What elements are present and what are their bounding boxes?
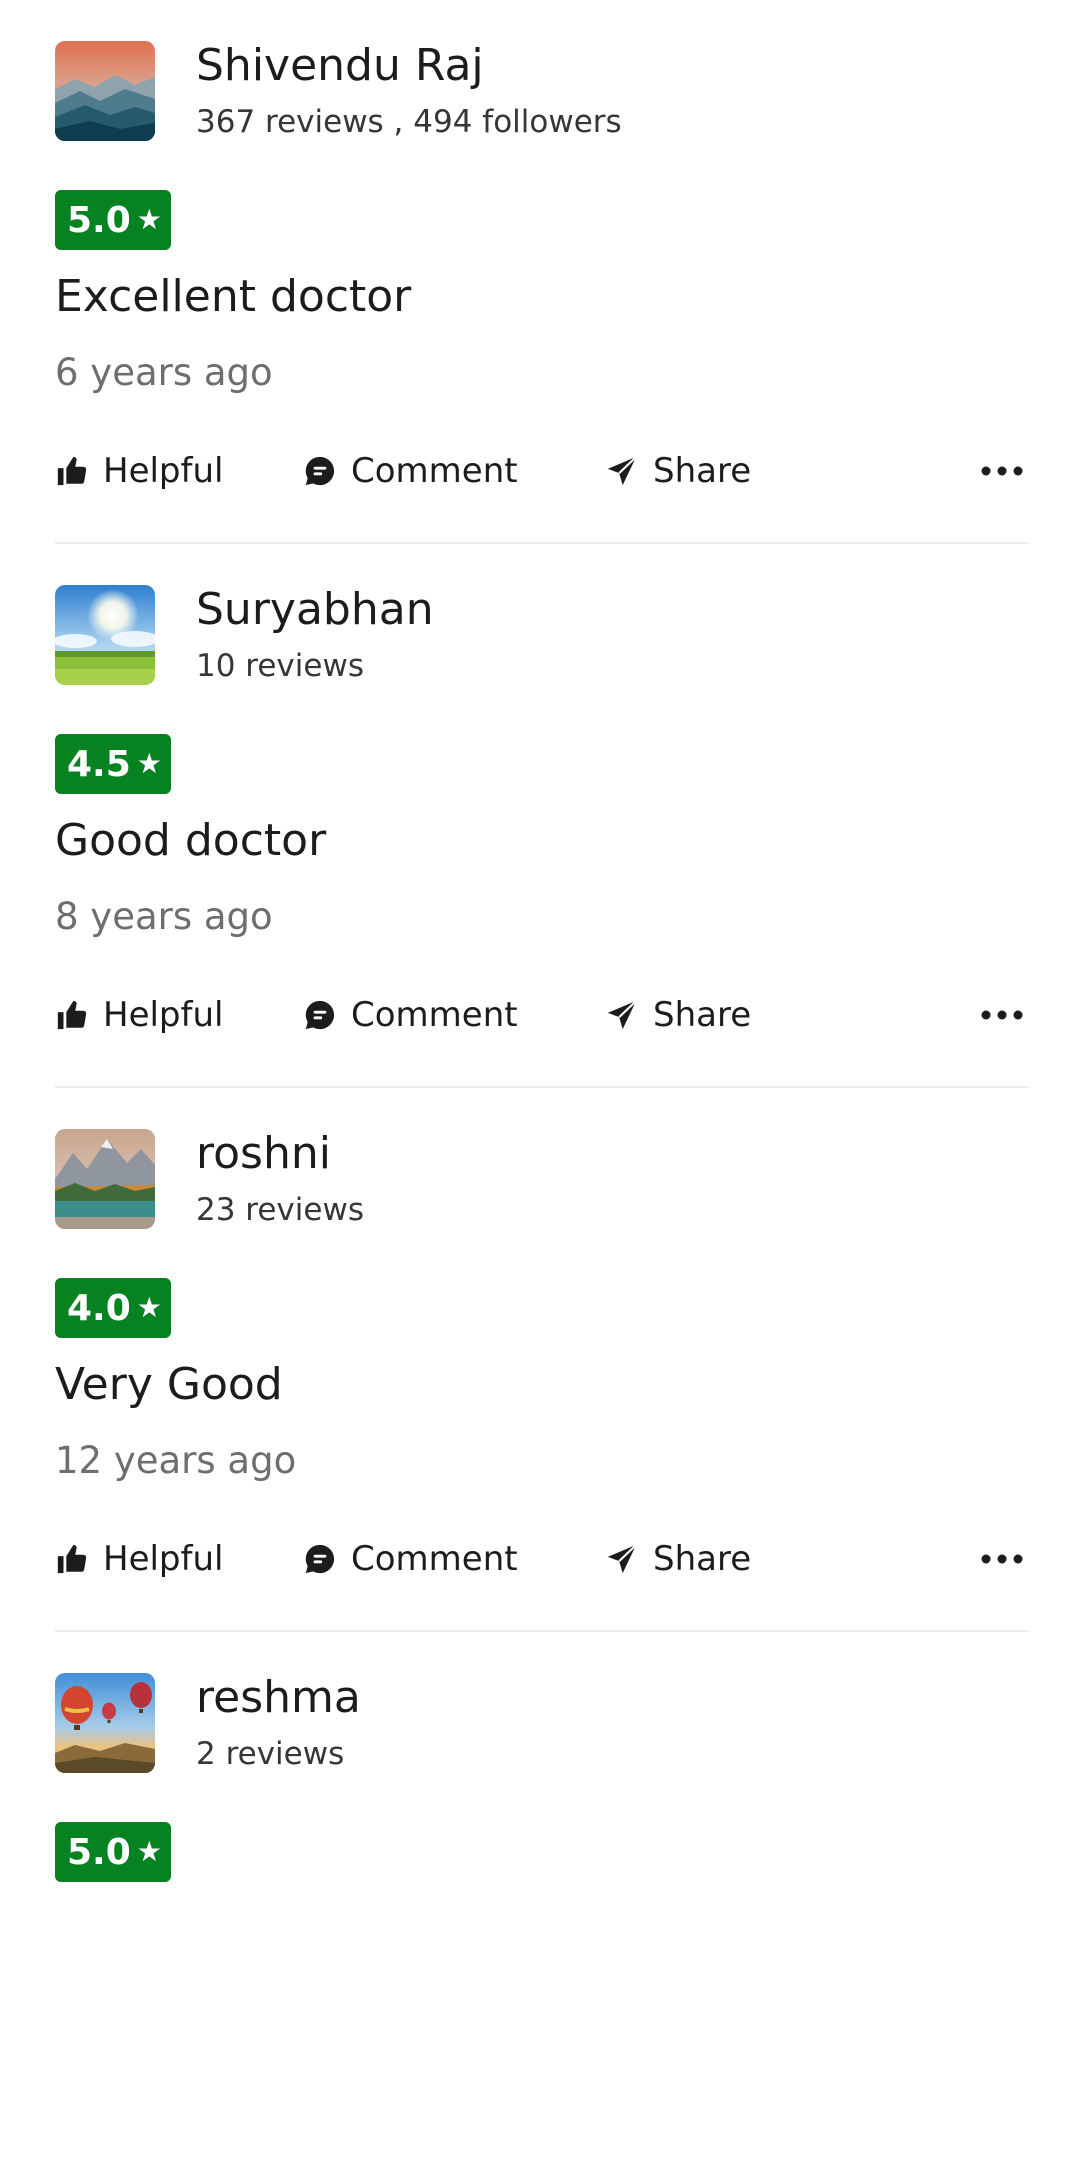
review-header: Shivendu Raj 367 reviews , 494 followers [55, 39, 1029, 141]
user-avatar[interactable] [55, 1673, 155, 1773]
star-icon: ★ [136, 1835, 162, 1868]
user-name[interactable]: roshni [196, 1127, 331, 1181]
share-button[interactable]: Share [605, 446, 751, 496]
more-options-button[interactable] [979, 1534, 1025, 1584]
rating-badge: 4.5 ★ [55, 734, 171, 794]
review-card: Shivendu Raj 367 reviews , 494 followers… [0, 0, 1080, 544]
user-name[interactable]: reshma [196, 1671, 361, 1725]
mountain-sunset-avatar-icon [55, 41, 155, 141]
star-icon: ★ [136, 747, 162, 780]
rating-badge: 4.0 ★ [55, 1278, 171, 1338]
comment-label: Comment [351, 451, 518, 491]
comment-bubble-icon [303, 454, 337, 488]
review-actions: Helpful Comment Share [55, 990, 1029, 1040]
rating-value: 4.0 [67, 1287, 131, 1329]
user-name[interactable]: Shivendu Raj [196, 39, 484, 93]
share-button[interactable]: Share [605, 990, 751, 1040]
rating-value: 5.0 [67, 1831, 131, 1873]
comment-button[interactable]: Comment [303, 446, 518, 496]
review-actions: Helpful Comment Share [55, 446, 1029, 496]
review-time: 12 years ago [55, 1439, 297, 1482]
star-icon: ★ [136, 1291, 162, 1324]
review-header: reshma 2 reviews [55, 1671, 1029, 1773]
thumbs-up-icon [55, 1542, 89, 1576]
comment-button[interactable]: Comment [303, 1534, 518, 1584]
share-label: Share [653, 995, 752, 1035]
review-time: 8 years ago [55, 895, 273, 938]
review-header: Suryabhan 10 reviews [55, 583, 1029, 685]
comment-bubble-icon [303, 998, 337, 1032]
more-dots-icon [981, 466, 1023, 476]
rating-value: 5.0 [67, 199, 131, 241]
rating-badge: 5.0 ★ [55, 190, 171, 250]
helpful-button[interactable]: Helpful [55, 446, 223, 496]
review-text: Excellent doctor [55, 271, 412, 322]
user-name[interactable]: Suryabhan [196, 583, 434, 637]
user-stats: 2 reviews [196, 1736, 345, 1772]
rating-badge: 5.0 ★ [55, 1822, 171, 1882]
user-avatar[interactable] [55, 1129, 155, 1229]
review-time: 6 years ago [55, 351, 273, 394]
helpful-button[interactable]: Helpful [55, 990, 223, 1040]
user-stats: 10 reviews [196, 648, 364, 684]
rating-value: 4.5 [67, 743, 131, 785]
share-label: Share [653, 1539, 752, 1579]
review-actions: Helpful Comment Share [55, 1534, 1029, 1584]
comment-label: Comment [351, 995, 518, 1035]
share-label: Share [653, 451, 752, 491]
helpful-label: Helpful [103, 995, 224, 1035]
hot-air-balloons-avatar-icon [55, 1673, 155, 1773]
review-card: reshma 2 reviews 5.0 ★ [0, 1632, 1080, 2176]
more-options-button[interactable] [979, 990, 1025, 1040]
helpful-label: Helpful [103, 451, 224, 491]
helpful-label: Helpful [103, 1539, 224, 1579]
user-stats: 23 reviews [196, 1192, 364, 1228]
review-card: Suryabhan 10 reviews 4.5 ★ Good doctor 8… [0, 544, 1080, 1088]
review-text: Good doctor [55, 815, 327, 866]
share-button[interactable]: Share [605, 1534, 751, 1584]
review-card: roshni 23 reviews 4.0 ★ Very Good 12 yea… [0, 1088, 1080, 1632]
thumbs-up-icon [55, 998, 89, 1032]
thumbs-up-icon [55, 454, 89, 488]
more-options-button[interactable] [979, 446, 1025, 496]
sunny-meadow-avatar-icon [55, 585, 155, 685]
send-arrow-icon [605, 998, 639, 1032]
user-stats: 367 reviews , 494 followers [196, 104, 622, 140]
comment-button[interactable]: Comment [303, 990, 518, 1040]
user-avatar[interactable] [55, 585, 155, 685]
comment-label: Comment [351, 1539, 518, 1579]
send-arrow-icon [605, 454, 639, 488]
more-dots-icon [981, 1010, 1023, 1020]
more-dots-icon [981, 1554, 1023, 1564]
send-arrow-icon [605, 1542, 639, 1576]
review-text: Very Good [55, 1359, 283, 1410]
review-header: roshni 23 reviews [55, 1127, 1029, 1229]
comment-bubble-icon [303, 1542, 337, 1576]
helpful-button[interactable]: Helpful [55, 1534, 223, 1584]
user-avatar[interactable] [55, 41, 155, 141]
mountain-lake-avatar-icon [55, 1129, 155, 1229]
star-icon: ★ [136, 203, 162, 236]
